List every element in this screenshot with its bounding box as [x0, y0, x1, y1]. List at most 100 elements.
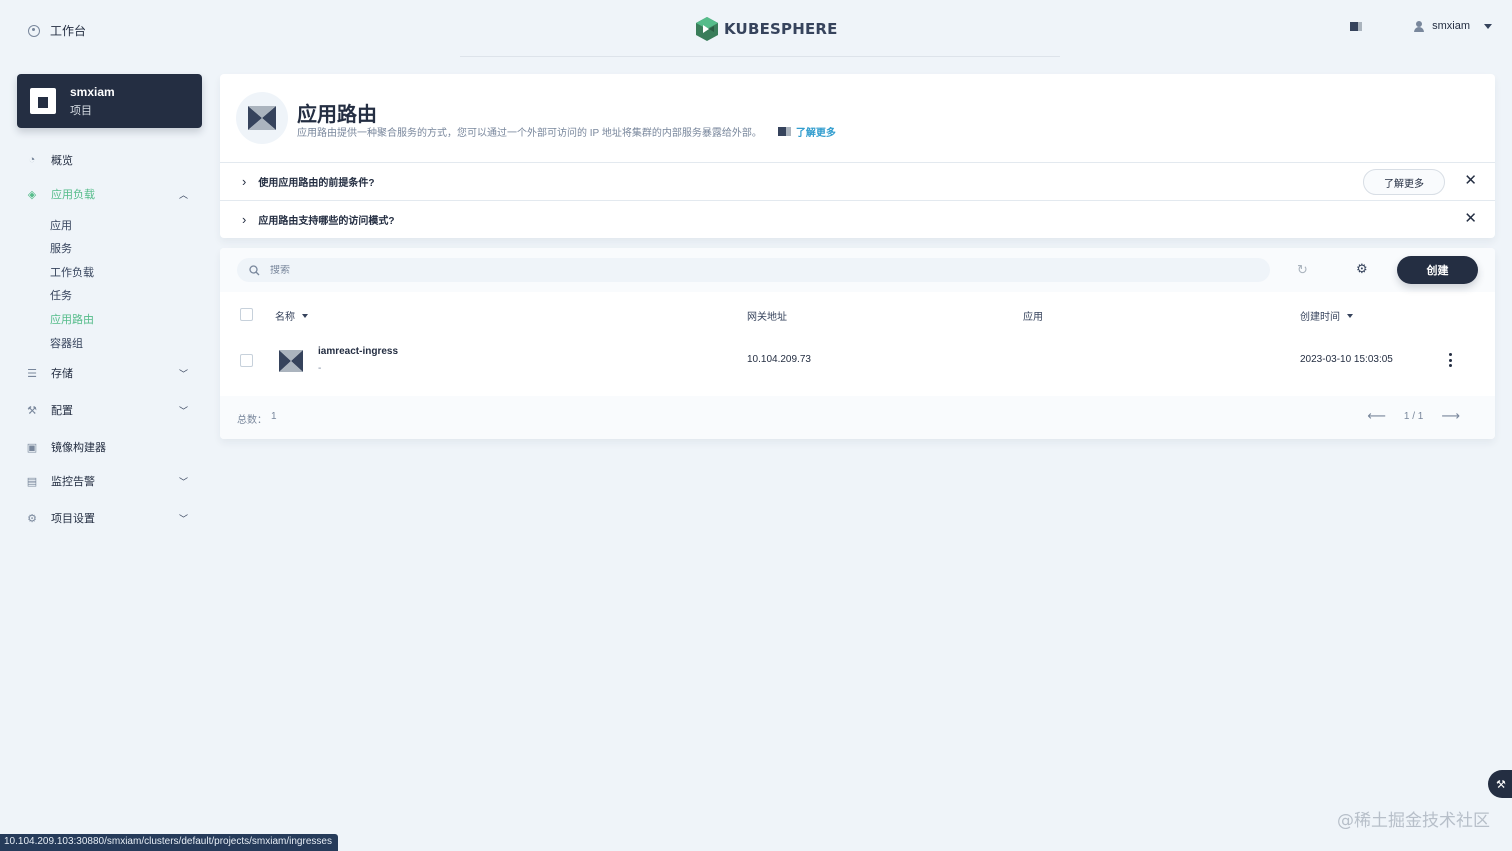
kubesphere-logo-icon: [696, 17, 718, 41]
close-icon[interactable]: ✕: [1464, 211, 1477, 227]
search-icon: [249, 264, 260, 275]
row-name-link[interactable]: iamreact-ingress: [318, 346, 398, 357]
sidebar-item-label: 应用负载: [51, 189, 95, 201]
faq-learn-more-button[interactable]: 了解更多: [1363, 169, 1445, 195]
search-box[interactable]: [237, 258, 1270, 282]
learn-more-link[interactable]: 了解更多: [777, 124, 836, 139]
workbench-label: 工作台: [50, 24, 87, 38]
page-banner: 应用路由 应用路由提供一种聚合服务的方式，您可以通过一个外部可访问的 IP 地址…: [220, 74, 1495, 238]
sidebar-subitem-workloads[interactable]: 工作负载: [50, 264, 94, 282]
workbench-link[interactable]: 工作台: [28, 22, 86, 39]
browser-status-url: 10.104.209.103:30880/smxiam/clusters/def…: [0, 834, 338, 851]
layers-icon: ◈: [27, 188, 37, 201]
page-title: 应用路由: [297, 104, 377, 126]
user-menu[interactable]: smxiam: [1414, 20, 1492, 32]
total-value: 1: [271, 411, 277, 422]
close-icon[interactable]: ✕: [1464, 173, 1477, 189]
sidebar-item-monitoring[interactable]: ▤ 监控告警 ﹀: [26, 469, 198, 493]
page-description: 应用路由提供一种聚合服务的方式，您可以通过一个外部可访问的 IP 地址将集群的内…: [297, 124, 836, 139]
column-gateway: 网关地址: [747, 308, 787, 323]
username: smxiam: [1432, 20, 1470, 32]
select-all-checkbox[interactable]: [240, 308, 253, 321]
topbar-divider: [460, 56, 1060, 57]
sidebar-subitem-services[interactable]: 服务: [50, 240, 72, 258]
page-indicator: 1 / 1: [1403, 410, 1424, 422]
sort-caret-icon: [302, 313, 308, 318]
sidebar-item-overview[interactable]: ◔ 概览: [26, 148, 198, 172]
project-card[interactable]: smxiam 项目: [17, 74, 202, 128]
faq-item-prerequisites[interactable]: › 使用应用路由的前提条件? 了解更多 ✕: [220, 162, 1495, 200]
faq-question: 使用应用路由的前提条件?: [258, 178, 375, 189]
chevron-down-icon: ﹀: [178, 476, 188, 487]
page-description-text: 应用路由提供一种聚合服务的方式，您可以通过一个外部可访问的 IP 地址将集群的内…: [297, 128, 762, 139]
ingress-table-card: ↻ ⚙ 创建 名称 网关地址 应用 创建时间 iamreact-ingress …: [220, 248, 1495, 439]
kubesphere-logo[interactable]: KUBESPHERE: [696, 17, 838, 41]
chevron-up-icon: ︿: [178, 189, 188, 200]
gear-icon: ⚙: [27, 512, 37, 525]
faq-item-access-modes[interactable]: › 应用路由支持哪些的访问模式? ✕: [220, 200, 1495, 238]
table-header: 名称 网关地址 应用 创建时间: [220, 292, 1495, 336]
chevron-down-icon: ﹀: [178, 513, 188, 524]
watermark: @稀土掘金技术社区: [1337, 811, 1490, 831]
sidebar-item-app-workloads[interactable]: ◈ 应用负载 ︿: [26, 182, 198, 206]
total-label: 总数：: [237, 415, 267, 426]
logo-text: KUBESPHERE: [724, 20, 838, 38]
sidebar-item-label: 概览: [51, 155, 73, 167]
sidebar-subitem-ingresses[interactable]: 应用路由: [50, 311, 94, 329]
chevron-right-icon: ›: [242, 174, 247, 189]
total-count: 总数： 1: [237, 411, 277, 426]
sort-caret-icon: [1347, 313, 1353, 318]
sidebar-subitem-apps[interactable]: 应用: [50, 217, 72, 235]
sidebar-subitem-pods[interactable]: 容器组: [50, 335, 83, 353]
ingress-icon: [279, 350, 303, 372]
prev-page-icon[interactable]: ⟵: [1367, 408, 1386, 424]
sidebar-item-project-settings[interactable]: ⚙ 项目设置 ﹀: [26, 506, 198, 530]
table-footer: 总数： 1 ⟵ 1 / 1 ⟶: [220, 396, 1495, 439]
create-button[interactable]: 创建: [1397, 256, 1478, 284]
chevron-down-icon: ﹀: [178, 368, 188, 379]
column-app: 应用: [1023, 308, 1043, 323]
database-icon: ☰: [27, 367, 37, 380]
row-gateway: 10.104.209.73: [747, 354, 811, 365]
hammer-icon: ⚒: [27, 404, 37, 417]
dashboard-icon: ◔: [28, 154, 36, 166]
settings-gear-icon[interactable]: ⚙: [1356, 261, 1368, 277]
table-toolbar: ↻ ⚙ 创建: [220, 248, 1495, 292]
sidebar-item-storage[interactable]: ☰ 存储 ﹀: [26, 361, 198, 385]
learn-more-label: 了解更多: [795, 128, 836, 139]
sidebar-item-config[interactable]: ⚒ 配置 ﹀: [26, 398, 198, 422]
sidebar-item-label: 存储: [51, 368, 73, 380]
top-right-actions: smxiam: [1350, 20, 1492, 32]
search-input[interactable]: [270, 264, 1170, 276]
sidebar-item-label: 配置: [51, 405, 73, 417]
book-icon: [777, 127, 791, 136]
pagination: ⟵ 1 / 1 ⟶: [1367, 408, 1460, 424]
row-checkbox[interactable]: [240, 354, 253, 367]
column-app-label: 应用: [1023, 312, 1043, 323]
row-description: -: [318, 363, 322, 374]
column-created-label: 创建时间: [1300, 312, 1340, 323]
top-bar: 工作台 KUBESPHERE smxiam: [0, 0, 1512, 58]
sidebar-subitem-jobs[interactable]: 任务: [50, 287, 72, 305]
monitor-icon: ▤: [26, 475, 38, 488]
next-page-icon[interactable]: ⟶: [1441, 408, 1460, 424]
sidebar-item-label: 监控告警: [51, 476, 95, 488]
sidebar-item-image-builder[interactable]: ▣ 镜像构建器: [26, 435, 198, 459]
column-name-label: 名称: [275, 312, 295, 323]
user-icon: [1414, 20, 1425, 32]
table-row: iamreact-ingress - 10.104.209.73 2023-03…: [220, 336, 1495, 388]
floating-toolbox-button[interactable]: ⚒: [1488, 770, 1512, 798]
refresh-icon[interactable]: ↻: [1297, 262, 1308, 278]
docs-icon[interactable]: [1350, 21, 1363, 31]
column-name[interactable]: 名称: [275, 308, 308, 323]
chevron-right-icon: ›: [242, 212, 247, 227]
sidebar-item-label: 镜像构建器: [51, 442, 106, 454]
caret-down-icon: [1484, 23, 1492, 29]
more-actions-icon[interactable]: [1446, 351, 1454, 369]
row-created: 2023-03-10 15:03:05: [1300, 354, 1393, 365]
column-created[interactable]: 创建时间: [1300, 308, 1353, 323]
sidebar-item-label: 项目设置: [51, 513, 95, 525]
project-icon: [30, 88, 56, 114]
project-name: smxiam: [70, 84, 115, 99]
image-builder-icon: ▣: [26, 441, 38, 454]
